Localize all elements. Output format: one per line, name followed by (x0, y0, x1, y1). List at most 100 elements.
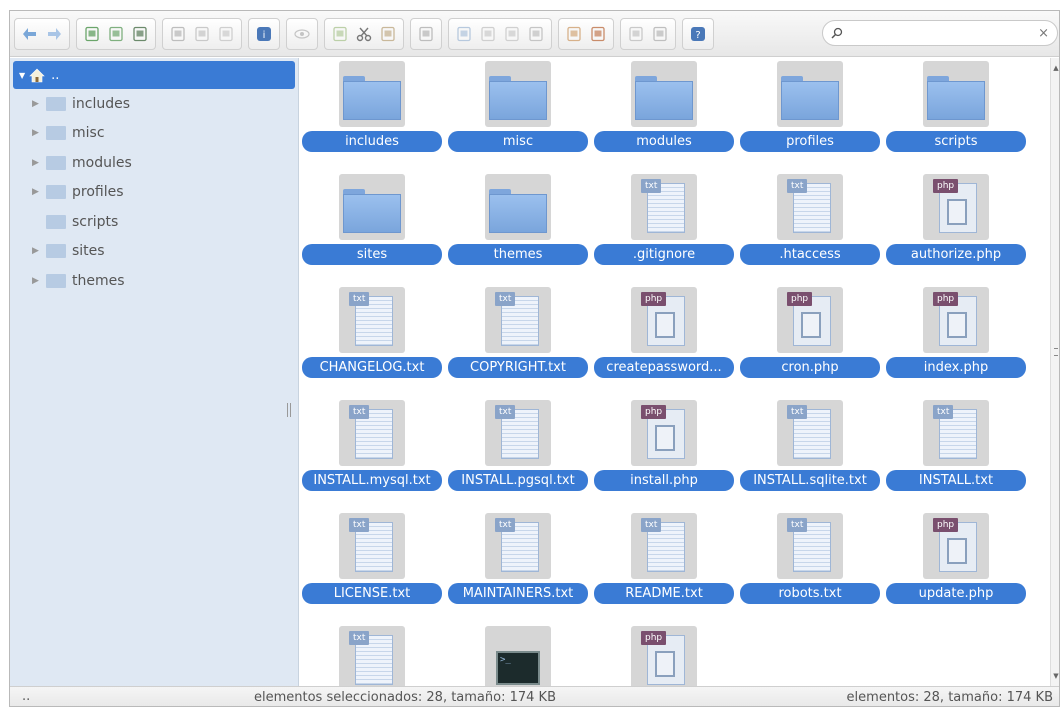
file-thumbnail[interactable]: php (631, 626, 697, 686)
expand-arrow-icon[interactable]: ▶ (32, 158, 46, 168)
tree-item-themes[interactable]: ▶ themes (10, 266, 298, 296)
file-thumbnail[interactable]: txt (777, 174, 843, 240)
file-item[interactable]: misc (446, 58, 592, 171)
back-icon[interactable] (20, 24, 40, 44)
file-thumbnail[interactable]: txt (485, 513, 551, 579)
tree-item-misc[interactable]: ▶ misc (10, 119, 298, 149)
file-thumbnail[interactable]: php (923, 174, 989, 240)
file-item[interactable]: php (592, 623, 738, 686)
search-input[interactable] (849, 25, 1039, 41)
reload-icon[interactable] (106, 24, 126, 44)
file-item[interactable]: includes (300, 58, 446, 171)
scroll-up-icon[interactable]: ▲ (1052, 64, 1059, 72)
file-thumbnail[interactable]: txt (339, 626, 405, 686)
paste-icon[interactable] (378, 24, 398, 44)
file-item[interactable]: txt INSTALL.mysql.txt (300, 397, 446, 510)
file-thumbnail[interactable]: txt (339, 513, 405, 579)
file-item[interactable]: profiles (738, 58, 884, 171)
columns-icon[interactable] (650, 24, 670, 44)
tree-root[interactable]: ▼ .. (13, 61, 295, 89)
file-item[interactable]: php authorize.php (884, 171, 1030, 284)
file-item[interactable]: modules (592, 58, 738, 171)
help-icon[interactable]: ? (688, 24, 708, 44)
extract-icon[interactable] (478, 24, 498, 44)
cursor-icon[interactable] (216, 24, 236, 44)
edit-icon[interactable] (454, 24, 474, 44)
file-item[interactable]: txt .gitignore (592, 171, 738, 284)
file-thumbnail[interactable]: php (923, 287, 989, 353)
sidebar-resize-handle[interactable] (287, 403, 291, 417)
file-thumbnail[interactable]: txt (631, 513, 697, 579)
scroll-grip[interactable] (1054, 348, 1058, 356)
file-thumbnail[interactable]: txt (485, 287, 551, 353)
resize-icon[interactable] (526, 24, 546, 44)
file-item[interactable]: php index.php (884, 284, 1030, 397)
expand-arrow-icon[interactable]: ▶ (32, 128, 46, 138)
file-item[interactable]: txt CHANGELOG.txt (300, 284, 446, 397)
expand-arrow-icon[interactable]: ▶ (32, 187, 46, 197)
file-thumbnail[interactable] (485, 61, 551, 127)
file-item[interactable]: txt robots.txt (738, 510, 884, 623)
trash-icon[interactable] (416, 24, 436, 44)
file-item[interactable]: txt INSTALL.txt (884, 397, 1030, 510)
file-thumbnail[interactable]: txt (777, 513, 843, 579)
file-thumbnail[interactable]: php (923, 513, 989, 579)
file-item[interactable]: txt MAINTAINERS.txt (446, 510, 592, 623)
tree-item-modules[interactable]: ▶ modules (10, 148, 298, 178)
grid-icon[interactable] (588, 24, 608, 44)
file-thumbnail[interactable]: txt (485, 400, 551, 466)
file-thumbnail[interactable]: txt (339, 287, 405, 353)
tree-item-scripts[interactable]: ▶scripts (10, 207, 298, 237)
forward-icon[interactable] (44, 24, 64, 44)
file-item[interactable]: >_ (446, 623, 592, 686)
file-item[interactable]: php update.php (884, 510, 1030, 623)
file-thumbnail[interactable] (485, 174, 551, 240)
search-box[interactable]: × (822, 20, 1058, 46)
file-item[interactable]: txt README.txt (592, 510, 738, 623)
file-thumbnail[interactable]: txt (923, 400, 989, 466)
file-item[interactable]: txt .htaccess (738, 171, 884, 284)
file-item[interactable]: php createpassword... (592, 284, 738, 397)
duplicate-icon[interactable] (330, 24, 350, 44)
tree-item-includes[interactable]: ▶ includes (10, 89, 298, 119)
tree-item-sites[interactable]: ▶ sites (10, 237, 298, 267)
file-item[interactable]: sites (300, 171, 446, 284)
file-item[interactable]: txt INSTALL.sqlite.txt (738, 397, 884, 510)
file-thumbnail[interactable]: php (631, 400, 697, 466)
file-thumbnail[interactable] (339, 61, 405, 127)
file-item[interactable]: php cron.php (738, 284, 884, 397)
tree-item-profiles[interactable]: ▶ profiles (10, 178, 298, 208)
home-icon[interactable] (82, 24, 102, 44)
expanded-arrow-icon[interactable]: ▼ (19, 71, 25, 80)
cut-icon[interactable] (354, 24, 374, 44)
archive-icon[interactable] (502, 24, 522, 44)
file-item[interactable]: themes (446, 171, 592, 284)
file-thumbnail[interactable]: txt (631, 174, 697, 240)
file-thumbnail[interactable]: php (631, 287, 697, 353)
file-thumbnail[interactable]: txt (777, 400, 843, 466)
expand-arrow-icon[interactable]: ▶ (32, 99, 46, 109)
file-thumbnail[interactable] (777, 61, 843, 127)
file-thumbnail[interactable]: >_ (485, 626, 551, 686)
clear-search-icon[interactable]: × (1038, 26, 1049, 41)
file-item[interactable]: php install.php (592, 397, 738, 510)
file-item[interactable]: txt COPYRIGHT.txt (446, 284, 592, 397)
copy-doc-icon[interactable] (168, 24, 188, 44)
file-item[interactable]: txt INSTALL.pgsql.txt (446, 397, 592, 510)
file-item[interactable]: txt LICENSE.txt (300, 510, 446, 623)
view-icon[interactable] (626, 24, 646, 44)
scroll-down-icon[interactable]: ▼ (1052, 672, 1059, 680)
file-item[interactable]: txt (300, 623, 446, 686)
file-item[interactable]: scripts (884, 58, 1030, 171)
save-icon[interactable] (130, 24, 150, 44)
floppy-icon[interactable] (192, 24, 212, 44)
file-thumbnail[interactable] (339, 174, 405, 240)
list-icon[interactable] (564, 24, 584, 44)
file-thumbnail[interactable]: php (777, 287, 843, 353)
file-thumbnail[interactable] (631, 61, 697, 127)
eye-icon[interactable] (292, 24, 312, 44)
expand-arrow-icon[interactable]: ▶ (32, 246, 46, 256)
file-thumbnail[interactable]: txt (339, 400, 405, 466)
file-thumbnail[interactable] (923, 61, 989, 127)
vertical-scrollbar[interactable]: ▲ ▼ (1050, 58, 1059, 686)
